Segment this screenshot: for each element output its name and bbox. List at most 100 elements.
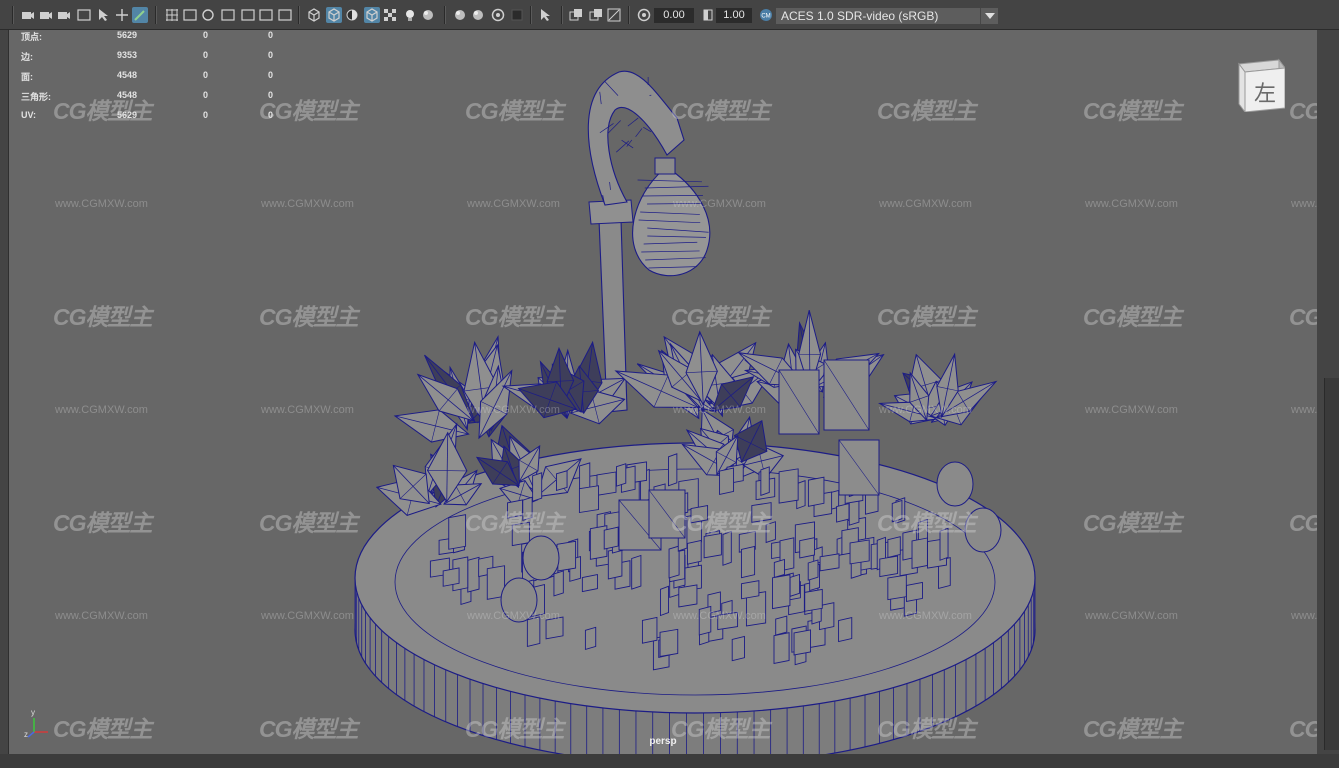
hud-label: 顶点: [21,32,42,42]
foliage-block [556,470,568,491]
foliage-block [698,605,712,636]
hud-selected: 0 [203,110,209,120]
view-cube[interactable]: 左 [1235,56,1286,114]
foliage-block [641,616,658,644]
camera-select-icon[interactable] [20,7,36,23]
persp-viewport[interactable]: CG模型主CG模型主CG模型主CG模型主CG模型主CG模型主CG模型主CG模型主… [8,30,1318,754]
lamp-hook-edge [621,139,634,149]
foliage-block [731,635,745,662]
wireframe-on-shaded-icon[interactable] [344,7,360,23]
resolution-gate-icon[interactable] [182,7,198,23]
foliage-block [741,580,760,600]
xray-icon[interactable] [364,7,380,23]
foliage-block [740,545,756,579]
foliage-block [939,527,949,561]
color-space-dropdown[interactable]: ACES 1.0 SDR-video (sRGB) [776,8,998,24]
smooth-shade-icon[interactable] [306,7,322,23]
exposure-icon[interactable] [606,7,622,23]
bookmark-icon[interactable] [56,7,72,23]
foliage-block [849,539,870,565]
camera-name-label: persp [649,736,677,747]
foliage-block [807,559,819,581]
foliage-block [775,615,788,636]
hud-component: 0 [268,110,274,120]
lamp-hook-edge [627,117,639,127]
lamp-hook-edge [635,128,643,138]
foliage-block [717,611,739,631]
foliage-block [836,503,850,523]
foliage-block [719,467,735,495]
hud-value: 4548 [117,90,138,100]
foliage-block [668,545,680,579]
screen-space-ao-icon[interactable] [420,7,436,23]
left-panel-edge [0,30,8,754]
motion-blur-icon[interactable] [452,7,468,23]
foliage-block [773,558,785,579]
exposure-field[interactable]: 0.00 [654,8,694,23]
foliage-block [778,468,799,504]
toolbar-icon[interactable]: CM [758,7,774,23]
grease-pencil-icon[interactable] [114,7,130,23]
toolbar-separator [530,6,532,24]
toolbar-separator [561,6,563,24]
color-space-value: ACES 1.0 SDR-video (sRGB) [781,9,939,23]
svg-text:CM: CM [761,14,770,20]
xray-joints-icon[interactable] [538,7,554,23]
foliage-block [448,514,467,550]
foliage-block [703,532,722,559]
hud-selected: 0 [203,70,209,80]
toolbar-separator [298,6,300,24]
foliage-block [891,499,903,523]
hud-value: 9353 [117,50,138,60]
foliage-block [799,537,815,559]
foliage-block [526,616,541,647]
foliage-block [760,466,770,497]
foliage-block [722,530,732,566]
foliage-block [553,570,564,597]
gamma-icon[interactable] [636,7,652,23]
foliage-block [807,476,825,507]
image-plane-icon[interactable] [76,7,92,23]
default-material-icon[interactable] [326,7,342,23]
side-panel-tab[interactable] [1324,378,1339,750]
field-chart-icon[interactable] [220,7,236,23]
toolbar-separator [628,6,630,24]
safe-action-icon[interactable] [240,7,256,23]
grid-icon[interactable] [132,7,148,23]
use-all-lights-icon[interactable] [382,7,398,23]
foliage-block [442,567,460,587]
small-lantern [964,507,1002,553]
foliage-block [678,584,698,608]
shadows-icon[interactable] [402,7,418,23]
foliage-block [793,629,811,656]
hud-label: 边: [21,52,33,62]
multisample-aa-icon[interactable] [470,7,486,23]
foliage-block [659,628,679,657]
foliage-block [686,539,702,565]
axis-y-label: y [31,708,35,717]
gate-mask-icon[interactable] [200,7,216,23]
hud-component: 0 [268,30,274,40]
foliage-block [603,526,619,550]
hud-label: UV: [21,110,37,120]
foliage-block [596,471,617,496]
backface-culling-icon[interactable] [588,7,604,23]
hud-component: 0 [268,70,274,80]
hud-value: 4548 [117,70,138,80]
2d-pan-zoom-icon[interactable] [96,7,112,23]
isolate-select-icon[interactable] [509,7,525,23]
foliage-block [838,616,853,643]
wireframe-icon[interactable] [277,7,293,23]
gamma-field[interactable]: 1.00 [716,8,752,23]
lamp-hook-edge [607,120,621,134]
film-gate-icon[interactable] [164,7,180,23]
xray-active-icon[interactable] [568,7,584,23]
depth-of-field-icon[interactable] [490,7,506,23]
safe-title-icon[interactable] [258,7,274,23]
foliage-block [584,626,597,650]
camera-attributes-icon[interactable] [38,7,54,23]
chevron-down-icon[interactable] [980,8,998,24]
foliage-block [532,472,543,502]
color-management-icon[interactable] [700,7,716,23]
foliage-block [879,555,899,578]
